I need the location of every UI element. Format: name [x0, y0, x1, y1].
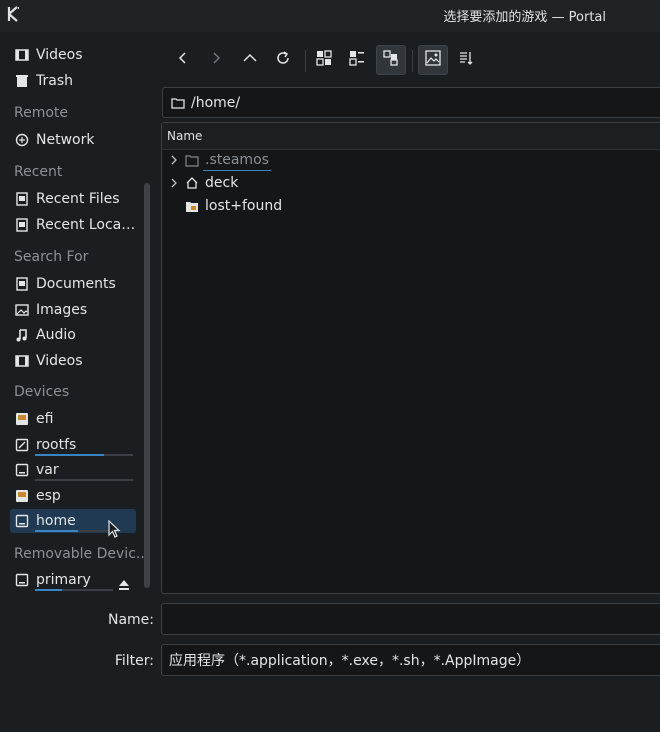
compact-view-icon — [349, 50, 365, 70]
document-icon — [14, 217, 30, 233]
sidebar-item-label: Documents — [36, 276, 116, 292]
sidebar-item-documents[interactable]: Documents — [10, 272, 136, 296]
image-preview-icon — [425, 50, 441, 70]
folder-icon — [184, 152, 200, 168]
icons-view-button[interactable] — [309, 45, 339, 75]
file-name: deck — [205, 175, 239, 191]
image-icon — [14, 302, 30, 318]
usage-bar-var — [35, 479, 133, 481]
up-button[interactable] — [235, 45, 265, 75]
sort-icon — [458, 50, 474, 70]
section-header-removable: Removable Devic... — [14, 546, 150, 562]
sidebar-item-label: rootfs — [36, 437, 77, 453]
filter-value: 应用程序（*.application，*.exe，*.sh，*.AppImage… — [169, 653, 531, 669]
sidebar-item-label: Videos — [36, 47, 83, 63]
sidebar-item-label: Trash — [36, 73, 73, 89]
chevron-right-icon — [209, 51, 223, 69]
sidebar-item-efi[interactable]: efi — [10, 407, 136, 431]
trash-icon — [14, 73, 30, 89]
network-icon — [14, 132, 30, 148]
sidebar-item-network[interactable]: Network — [10, 128, 136, 152]
sidebar-item-recent-files[interactable]: Recent Files — [10, 187, 136, 211]
video-icon — [14, 47, 30, 63]
tree-view-icon — [383, 50, 399, 70]
sidebar-item-recent-locations[interactable]: Recent Locat... — [10, 213, 136, 237]
drive-icon — [14, 513, 30, 529]
sidebar-item-label: efi — [36, 411, 54, 427]
sidebar-item-videos[interactable]: Videos — [10, 349, 136, 373]
file-name: .steamos — [203, 152, 271, 171]
toolbar-separator — [305, 50, 306, 72]
sidebar-item-label: home — [36, 513, 76, 529]
file-name: lost+found — [205, 198, 283, 214]
chevron-up-icon — [242, 51, 258, 69]
compact-view-button[interactable] — [342, 45, 372, 75]
sidebar-item-label: primary — [36, 572, 91, 588]
sidebar-item-audio[interactable]: Audio — [10, 323, 136, 347]
sidebar-scrollbar[interactable] — [144, 183, 150, 588]
chevron-left-icon — [176, 51, 190, 69]
name-field[interactable] — [161, 603, 660, 635]
name-label: Name: — [107, 612, 154, 628]
document-icon — [14, 191, 30, 207]
sidebar-item-videos-top[interactable]: Videos — [10, 43, 136, 67]
reload-icon — [275, 50, 291, 70]
sidebar-item-images[interactable]: Images — [10, 298, 136, 322]
preview-button[interactable] — [418, 45, 448, 75]
music-note-icon — [14, 327, 30, 343]
sidebar-item-label: var — [36, 462, 59, 478]
section-header-recent: Recent — [14, 164, 63, 180]
location-bar[interactable]: /home/ — [162, 87, 660, 118]
file-row-steamos[interactable]: .steamos — [162, 149, 660, 171]
file-row-lost-found[interactable]: lost+found — [162, 195, 660, 217]
column-header-name: Name — [167, 129, 203, 143]
sidebar-item-label: Audio — [36, 327, 76, 343]
file-row-deck[interactable]: deck — [162, 172, 660, 194]
drive-icon — [14, 462, 30, 478]
drive-icon — [14, 572, 30, 588]
sidebar-item-label: Network — [36, 132, 95, 148]
folder-icon — [171, 96, 185, 110]
file-list-view[interactable]: Name .steamos deck lost+found — [161, 122, 660, 594]
chevron-right-icon[interactable] — [168, 177, 180, 189]
home-folder-icon — [184, 175, 200, 191]
sidebar-item-label: esp — [36, 488, 61, 504]
usage-bar-home — [35, 530, 113, 532]
usage-bar-primary — [35, 589, 113, 591]
drive-icon — [14, 488, 30, 504]
mouse-cursor-icon — [108, 519, 122, 540]
title-bar: 选择要添加的游戏 — Portal — [0, 0, 660, 32]
sidebar-item-label: Recent Files — [36, 191, 120, 207]
back-button[interactable] — [168, 45, 198, 75]
section-header-search-for: Search For — [14, 249, 89, 265]
drive-icon — [14, 437, 30, 453]
drive-icon — [14, 411, 30, 427]
sidebar-item-label: Images — [36, 302, 88, 318]
sidebar-item-label: Videos — [36, 353, 83, 369]
column-header[interactable]: Name — [162, 123, 660, 150]
window-title: 选择要添加的游戏 — Portal — [443, 10, 606, 25]
sort-button[interactable] — [451, 45, 481, 75]
locked-folder-icon — [184, 198, 200, 214]
filter-combobox[interactable]: 应用程序（*.application，*.exe，*.sh，*.AppImage… — [161, 644, 660, 676]
location-path: /home/ — [191, 94, 241, 111]
section-header-remote: Remote — [14, 105, 69, 121]
grid-view-icon — [316, 50, 332, 70]
detailed-tree-view-button[interactable] — [376, 45, 406, 75]
reload-button[interactable] — [268, 45, 298, 75]
sidebar-item-trash[interactable]: Trash — [10, 69, 136, 93]
eject-icon[interactable] — [118, 579, 130, 591]
name-input[interactable] — [169, 610, 660, 628]
section-header-devices: Devices — [14, 384, 70, 400]
sidebar-item-label: Recent Locat... — [36, 217, 136, 233]
chevron-right-icon[interactable] — [168, 154, 180, 166]
filter-label: Filter: — [114, 653, 154, 669]
usage-bar-rootfs — [35, 454, 133, 456]
sidebar-item-esp[interactable]: esp — [10, 484, 136, 508]
video-icon — [14, 353, 30, 369]
toolbar-separator — [412, 50, 413, 72]
forward-button[interactable] — [201, 45, 231, 75]
document-icon — [14, 276, 30, 292]
